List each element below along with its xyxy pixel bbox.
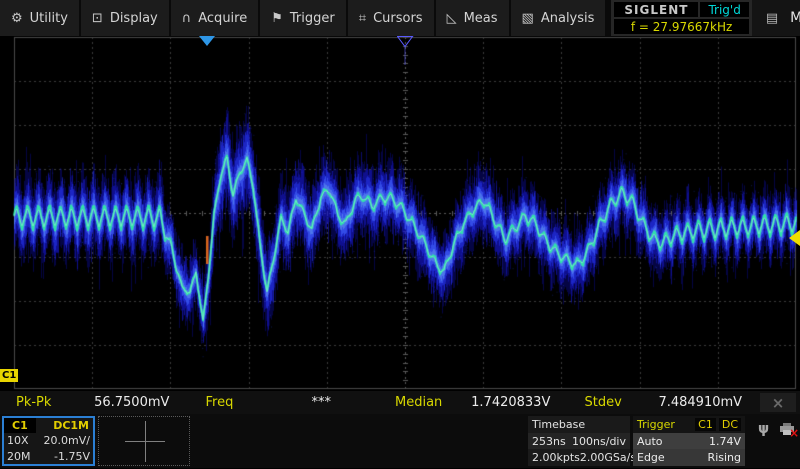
measurement-freq[interactable]: Freq *** [190, 391, 380, 414]
channel-name-chip: C1 [4, 418, 36, 433]
measurement-value: *** [264, 395, 380, 410]
meas-ruler-icon: ◺ [447, 11, 457, 26]
clipboard-icon: ▤ [766, 11, 778, 26]
measurement-pkpk[interactable]: Pk-Pk 56.7500mV [0, 391, 190, 414]
channel-bandwidth-limit: 20M [7, 450, 31, 463]
measurement-label: Median [379, 395, 453, 410]
printer-error-x: × [789, 426, 799, 440]
menu-item-label: Acquire [198, 11, 247, 26]
measurement-label: Pk-Pk [0, 395, 74, 410]
timebase-delay: 253ns [532, 435, 566, 448]
menu-item-label: Display [110, 11, 158, 26]
channel-add-placeholder[interactable] [98, 416, 190, 466]
top-menu-bar: ⚙ Utility ⊡ Display ∩ Acquire ⚑ Trigger … [0, 0, 800, 36]
trigger-slope: Rising [708, 451, 741, 464]
menu-item-analysis[interactable]: ▧ Analysis [511, 0, 606, 36]
timebase-info-box[interactable]: Timebase 253ns 100ns/div 2.00kpts 2.00GS… [528, 416, 630, 466]
menu-item-acquire[interactable]: ∩ Acquire [171, 0, 259, 36]
menu-item-label: Trigger [290, 11, 335, 26]
trigger-level-value: 1.74V [709, 435, 741, 448]
menu-item-label: Analysis [541, 11, 595, 26]
gear-icon: ⚙ [11, 11, 23, 26]
channel1-offset-marker[interactable]: C1 [0, 369, 18, 382]
trigger-coupling: DC [719, 418, 741, 431]
trigger-status-badge: Trig'd [700, 2, 748, 17]
measurement-value: 7.484910mV [643, 395, 759, 410]
printer-error-icon[interactable]: × [779, 422, 795, 436]
bottom-status-bar: C1 DC1M 10X 20.0mV/ 20M -1.75V Timebase … [0, 414, 800, 468]
usb-icon: ψ [758, 421, 769, 437]
measurement-label: Freq [190, 395, 264, 410]
menu-item-label: Cursors [373, 11, 423, 26]
measure-panel-header: ▤ MEASURE [752, 0, 800, 36]
menu-item-trigger[interactable]: ⚑ Trigger [260, 0, 346, 36]
trigger-level-marker[interactable] [789, 230, 800, 246]
timebase-title: Timebase [532, 418, 585, 431]
trigger-title: Trigger [637, 418, 692, 431]
trigger-frequency-readout: f = 27.97667kHz [614, 19, 748, 34]
timebase-scale: 100ns/div [572, 435, 626, 448]
menu-item-label: Meas [464, 11, 498, 26]
scope-display-area: C1 [0, 36, 800, 390]
measurement-value: 56.7500mV [74, 395, 190, 410]
close-icon: × [772, 394, 785, 412]
brand-status-block: SIGLENT Trig'd f = 27.97667kHz [611, 0, 751, 36]
menu-item-label: Utility [30, 11, 68, 26]
trigger-mode: Auto [637, 435, 663, 448]
menu-item-cursors[interactable]: ⌗ Cursors [348, 0, 434, 36]
siglent-logo: SIGLENT [614, 2, 698, 17]
menu-item-meas[interactable]: ◺ Meas [436, 0, 509, 36]
measurement-median[interactable]: Median 1.7420833V [379, 391, 569, 414]
analysis-icon: ▧ [522, 11, 534, 26]
channel-volts-per-div: 20.0mV/ [44, 434, 90, 447]
trigger-position-marker[interactable] [199, 36, 215, 46]
trigger-source: C1 [695, 418, 716, 431]
trigger-delay-reference-marker[interactable] [397, 36, 414, 70]
measurement-value: 1.7420833V [453, 395, 569, 410]
measurement-statistics-bar: Pk-Pk 56.7500mV Freq *** Median 1.742083… [0, 390, 800, 414]
trigger-flag-icon: ⚑ [271, 11, 283, 26]
timebase-sample-rate: 2.00GSa/s [580, 451, 636, 464]
measurement-label: Stdev [569, 395, 643, 410]
channel-probe-attenuation: 10X [7, 434, 29, 447]
menu-item-display[interactable]: ⊡ Display [81, 0, 169, 36]
timebase-memory-depth: 2.00kpts [532, 451, 580, 464]
waveform-display [0, 36, 800, 390]
acquire-icon: ∩ [182, 11, 192, 26]
channel-offset-value: -1.75V [54, 450, 90, 463]
measurement-stdev[interactable]: Stdev 7.484910mV [569, 391, 759, 414]
channel-coupling: DC1M [53, 419, 93, 432]
status-icons: ψ × [758, 421, 795, 437]
menu-item-utility[interactable]: ⚙ Utility [0, 0, 79, 36]
display-icon: ⊡ [92, 11, 103, 26]
trigger-info-box[interactable]: Trigger C1 DC Auto 1.74V Edge Rising [633, 416, 745, 466]
measure-close-button[interactable]: × [760, 393, 796, 412]
measure-panel-title: MEASURE [790, 10, 800, 26]
trigger-type: Edge [637, 451, 665, 464]
channel1-info-box[interactable]: C1 DC1M 10X 20.0mV/ 20M -1.75V [2, 416, 95, 466]
cursors-icon: ⌗ [359, 11, 366, 26]
